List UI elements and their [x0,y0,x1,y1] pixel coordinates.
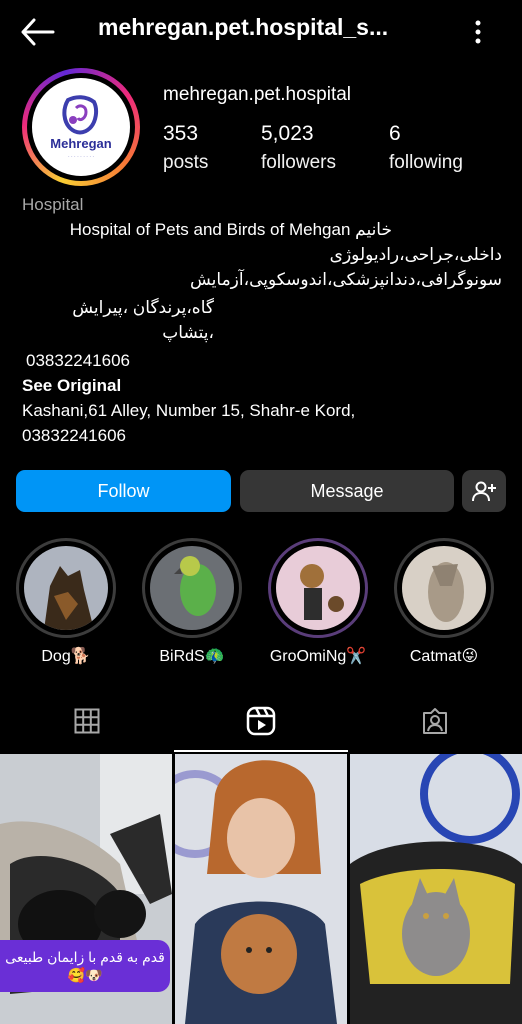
highlight-grooming[interactable]: GroOmiNg✂️ [266,538,370,666]
profile-tabs [0,690,522,752]
highlight-catmat[interactable]: Catmat😜 [392,538,496,666]
highlight-cover [150,546,234,630]
stat-value: 353 [163,122,199,145]
add-user-icon [472,481,496,502]
see-original-link[interactable]: See Original [22,373,502,398]
stat-value: 6 [389,122,401,145]
message-button[interactable]: Message [240,470,454,512]
tab-posts[interactable] [0,690,174,752]
stat-value: 5,023 [261,122,314,145]
highlight-cover [402,546,486,630]
grid-icon [74,708,100,734]
post-thumbnail[interactable] [175,754,347,1024]
posts-grid: قدم به قدم با زایمان طبیعی 🥰🐶 [0,754,522,1024]
top-bar: mehregan.pet.hospital_s... [0,0,522,64]
bio: Hospital Hospital of Pets and Birds of M… [22,192,502,448]
post-thumbnail[interactable]: قدم به قدم با زایمان طبیعی 🥰🐶 [0,754,172,1024]
more-vertical-icon[interactable] [466,18,490,46]
stat-label: posts [163,152,209,173]
post-caption: قدم به قدم با زایمان طبیعی 🥰🐶 [0,940,170,992]
stat-followers[interactable]: 5,023 followers [261,122,336,174]
stat-posts[interactable]: 353 posts [163,122,208,174]
highlight-label: Catmat😜 [409,648,479,665]
tab-tagged[interactable] [348,690,522,752]
post-image [350,754,522,1024]
highlight-label: BiRdS🦚 [159,648,225,665]
bio-category: Hospital [22,195,84,214]
highlight-label: GroOmiNg✂️ [269,648,367,665]
active-tab-indicator [174,750,348,752]
post-thumbnail[interactable] [350,754,522,1024]
page-title: mehregan.pet.hospital_s... [98,14,389,40]
stat-label: following [389,152,463,173]
bio-line: گاه،پرندگان ،پیرایش ،پتشاپ [72,298,214,342]
stat-label: followers [261,152,336,173]
reels-icon [246,706,276,736]
add-user-button[interactable] [462,470,506,512]
follow-button[interactable]: Follow [16,470,231,512]
avatar[interactable]: Mehregan · · · · · · · · · [22,68,140,186]
post-image [175,754,347,1024]
svg-text:Mehregan: Mehregan [50,136,111,151]
svg-text:· · · · · · · · ·: · · · · · · · · · [68,154,94,160]
highlight-cover [276,546,360,630]
stat-following[interactable]: 6 following [389,122,463,174]
bio-line: داخلی،جراحی،رادیولوژی سونوگرافی،دندانپزش… [189,245,502,289]
profile-username: mehregan.pet.hospital [163,84,352,105]
highlight-dog[interactable]: Dog🐕 [14,538,118,666]
bio-phone[interactable]: 03832241606 [22,348,502,373]
highlight-birds[interactable]: BiRdS🦚 [140,538,244,666]
highlight-label: Dog🐕 [41,648,91,665]
highlight-cover [24,546,108,630]
bio-address: Kashani,61 Alley, Number 15, Shahr-e Kor… [22,401,356,420]
bio-line: Hospital of Pets and Birds of Mehgan خان… [69,220,392,239]
tab-reels[interactable] [174,690,348,752]
mehregan-logo: Mehregan · · · · · · · · · [50,95,112,160]
tagged-icon [423,708,447,734]
arrow-left-icon[interactable] [20,16,56,48]
bio-address-phone[interactable]: 03832241606 [22,423,502,448]
